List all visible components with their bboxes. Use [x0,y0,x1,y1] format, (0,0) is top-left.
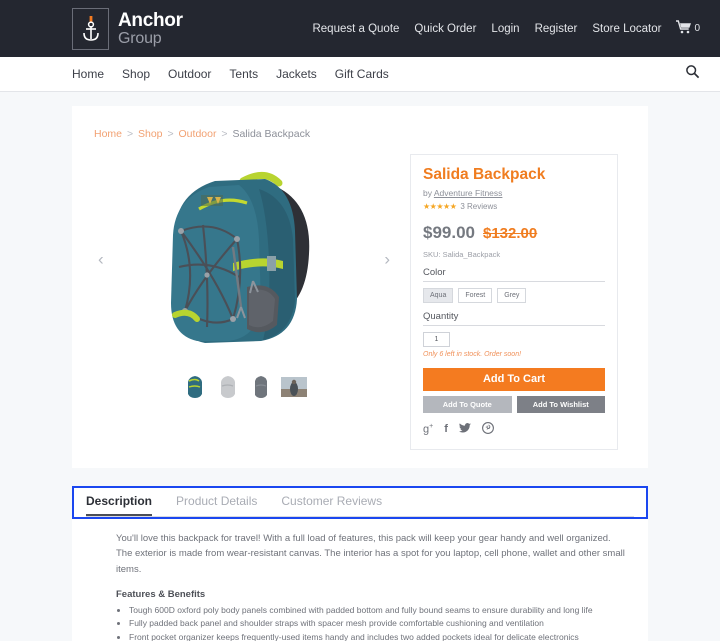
color-option-aqua[interactable]: Aqua [423,287,454,303]
twitter-icon[interactable] [458,422,471,436]
search-button[interactable] [685,64,700,84]
nav-home[interactable]: Home [72,67,104,81]
main-nav: Home Shop Outdoor Tents Jackets Gift Car… [0,57,720,92]
features-heading: Features & Benefits [116,588,206,600]
add-to-cart-button[interactable]: Add To Cart [423,367,605,391]
site-logo[interactable]: Anchor Group [72,7,183,50]
list-item: Front pocket organizer keeps frequently-… [129,631,626,641]
cart-count: 0 [694,23,700,34]
breadcrumb-separator: > [126,128,134,140]
shopping-cart-icon [676,20,692,37]
thumbnail-grey[interactable] [215,374,241,400]
product-image-main[interactable] [137,159,352,359]
breadcrumb-shop[interactable]: Shop [138,128,163,140]
utility-nav: Request a Quote Quick Order Login Regist… [312,20,700,37]
review-count-link[interactable]: 3 Reviews [460,202,497,211]
nav-login[interactable]: Login [491,23,519,35]
tab-product-details[interactable]: Product Details [176,494,257,516]
logo-text-primary: Anchor [118,9,183,31]
brand-link[interactable]: Adventure Fitness [434,188,503,198]
color-swatches: Aqua Forest Grey [423,287,605,303]
social-share-row: g+ f [423,421,605,437]
product-rating: ★★★★★ 3 Reviews [423,202,605,211]
breadcrumb-outdoor[interactable]: Outdoor [179,128,217,140]
stock-message: Only 6 left in stock. Order soon! [423,350,522,358]
color-label: Color [423,267,605,282]
logo-text-secondary: Group [118,29,162,47]
anchor-icon [72,7,109,50]
nav-register[interactable]: Register [535,23,578,35]
color-option-forest[interactable]: Forest [458,287,493,303]
google-plus-icon[interactable]: g+ [423,423,433,436]
color-option-grey[interactable]: Grey [497,287,527,303]
current-price: $99.00 [423,222,475,242]
original-price: $132.00 [483,224,538,242]
search-icon [685,64,700,84]
nav-tents[interactable]: Tents [229,67,258,81]
product-image-stage: ‹ › [94,154,394,364]
star-rating-icon: ★★★★★ [423,201,457,211]
nav-outdoor[interactable]: Outdoor [168,67,211,81]
description-text: You'll love this backpack for travel! Wi… [116,532,625,575]
nav-request-a-quote[interactable]: Request a Quote [312,23,399,35]
features-list: Tough 600D oxford poly body panels combi… [129,604,626,641]
product-gallery: ‹ › [94,154,394,450]
add-to-wishlist-button[interactable]: Add To Wishlist [516,395,605,413]
tab-description[interactable]: Description [86,494,153,516]
thumbnail-lifestyle[interactable] [280,374,307,400]
thumbnail-forest[interactable] [248,374,274,400]
cart-button[interactable]: 0 [676,20,700,37]
quantity-input[interactable]: 1 [423,331,450,347]
description-panel: You'll love this backpack for travel! Wi… [72,518,648,641]
breadcrumb-current: Salida Backpack [232,128,311,140]
pinterest-icon[interactable] [481,421,494,437]
by-label: by [423,187,432,198]
top-bar: Anchor Group Request a Quote Quick Order… [0,0,720,57]
product-info-panel: Salida Backpack by Adventure Fitness ★★★… [410,154,618,450]
facebook-icon[interactable]: f [444,423,448,435]
nav-quick-order[interactable]: Quick Order [414,23,476,35]
breadcrumb-separator: > [167,128,174,140]
product-sku: SKU: Salida_Backpack [423,249,501,259]
chevron-left-icon[interactable]: ‹ [98,251,104,268]
list-item: Tough 600D oxford poly body panels combi… [129,604,626,618]
product-title: Salida Backpack [423,166,546,183]
list-item: Fully padded back panel and shoulder str… [129,617,626,631]
page-body: Home > Shop > Outdoor > Salida Backpack … [0,92,720,641]
nav-shop[interactable]: Shop [122,67,150,81]
breadcrumb-home[interactable]: Home [94,128,122,140]
product-tabs: Description Product Details Customer Rev… [86,494,634,517]
chevron-right-icon[interactable]: › [384,251,390,268]
thumbnail-strip [94,374,394,400]
thumbnail-aqua[interactable] [182,374,208,400]
product-main: ‹ › Salida Backpack by Adventure Fitness… [94,154,626,450]
product-brand-line: by Adventure Fitness [423,188,605,198]
breadcrumb: Home > Shop > Outdoor > Salida Backpack [94,122,626,154]
quantity-label: Quantity [423,311,605,326]
nav-store-locator[interactable]: Store Locator [592,23,661,35]
add-to-quote-button[interactable]: Add To Quote [423,395,512,413]
breadcrumb-separator: > [221,128,228,140]
tab-customer-reviews[interactable]: Customer Reviews [281,494,382,516]
product-card: Home > Shop > Outdoor > Salida Backpack … [72,106,648,468]
tabs-highlight-box: Description Product Details Customer Rev… [72,485,648,519]
nav-gift-cards[interactable]: Gift Cards [335,67,389,81]
nav-jackets[interactable]: Jackets [276,67,317,81]
price-block: $99.00 $132.00 [423,223,605,243]
